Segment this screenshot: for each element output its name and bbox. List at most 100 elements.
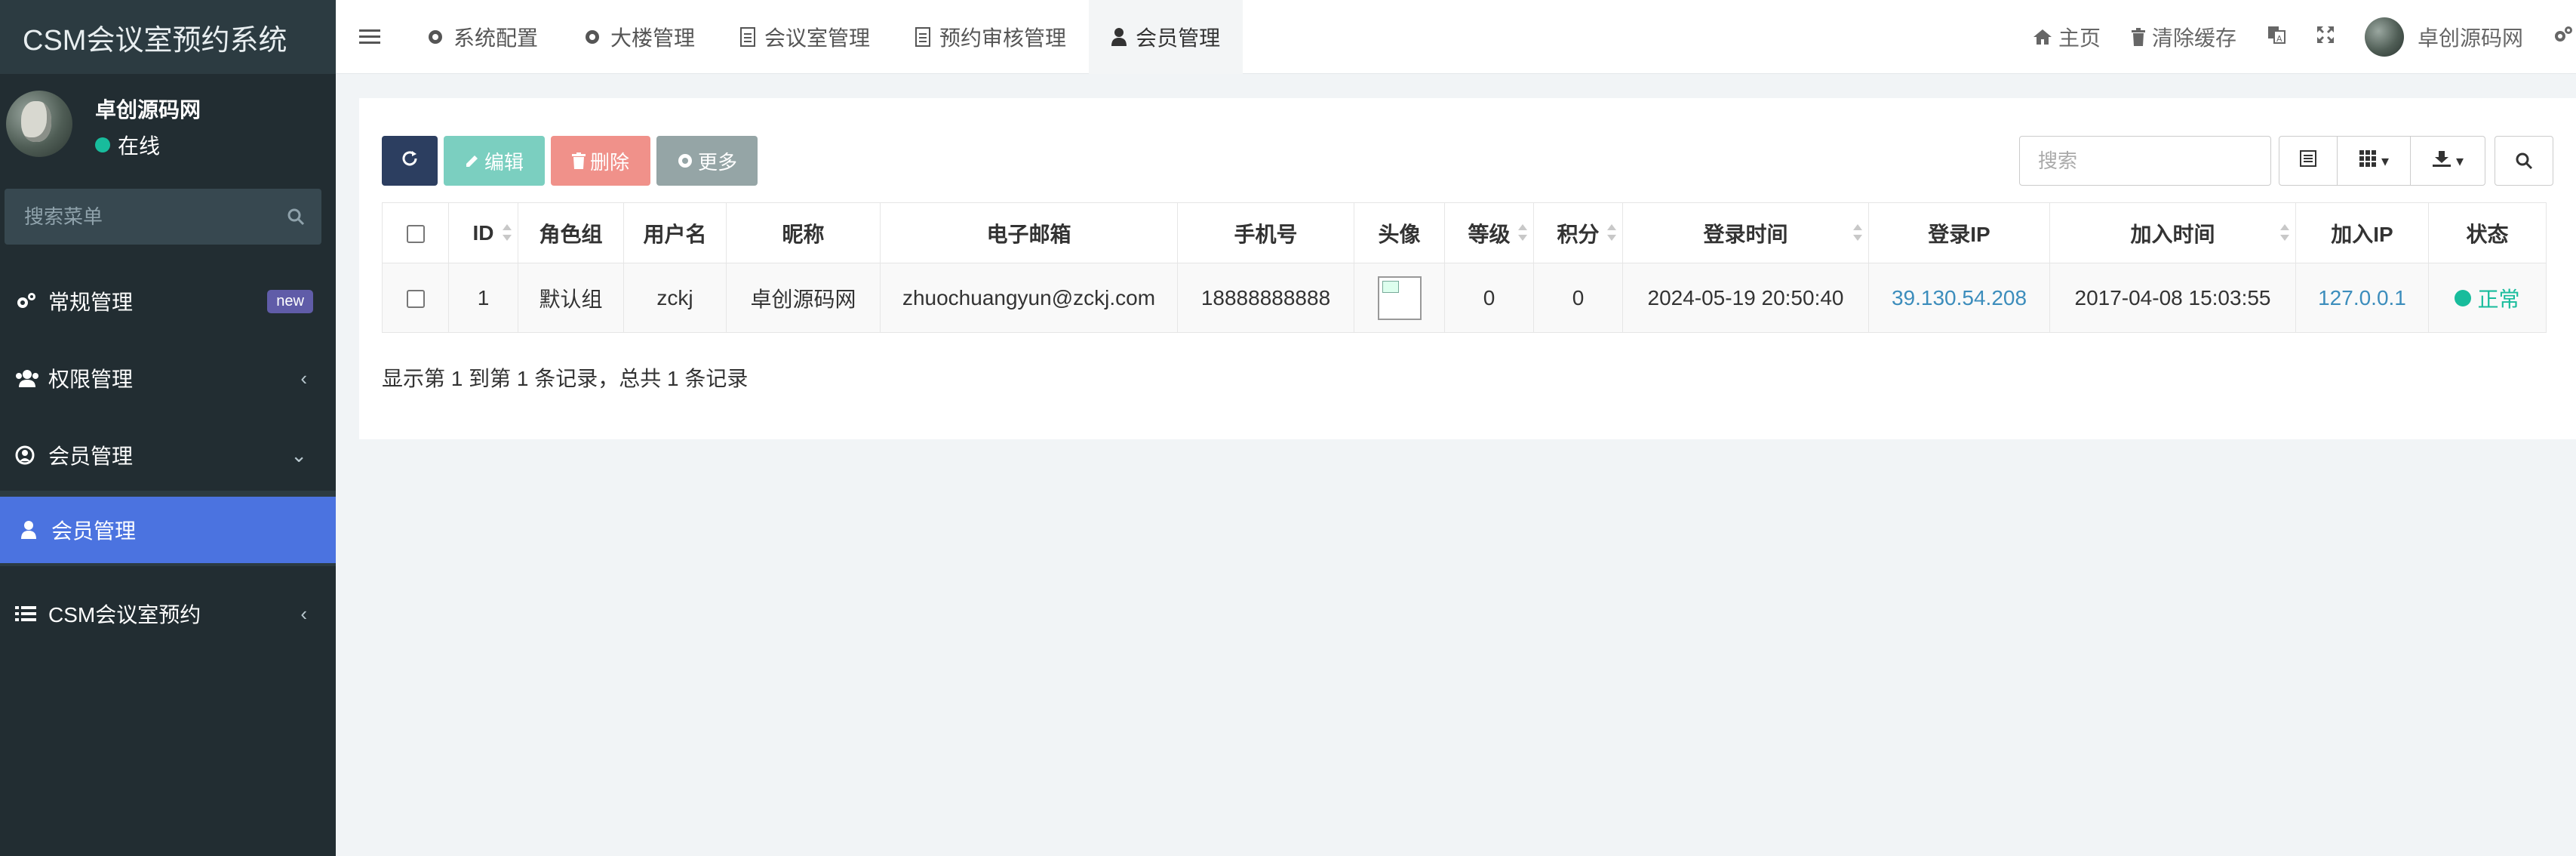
tab-label: 预约审核管理 bbox=[939, 26, 1067, 50]
export-dropdown-button[interactable]: ▾ bbox=[2410, 136, 2485, 186]
pencil-icon bbox=[465, 153, 480, 168]
grid-icon bbox=[2359, 149, 2377, 172]
broken-image-icon[interactable] bbox=[1377, 276, 1422, 320]
table-row: 1 默认组 zckj 卓创源码网 zhuochuangyun@zckj.com … bbox=[382, 263, 2547, 333]
cell-nickname: 卓创源码网 bbox=[726, 263, 881, 333]
join-ip-link[interactable]: 127.0.0.1 bbox=[2318, 286, 2406, 309]
chevron-left-icon: ‹ bbox=[300, 366, 307, 390]
cell-mobile: 18888888888 bbox=[1177, 263, 1354, 333]
header-nickname: 昵称 bbox=[726, 202, 881, 263]
new-badge: new bbox=[267, 289, 313, 313]
list-alt-icon bbox=[2299, 149, 2317, 172]
member-table: ID 角色组 用户名 昵称 电子邮箱 手机号 头像 等级 积分 登录时间 登录I… bbox=[382, 202, 2547, 333]
cell-join-ip: 127.0.0.1 bbox=[2295, 263, 2429, 333]
content-panel: 编辑 删除 更多 ▾ ▾ ID 角色组 用户名 昵 bbox=[359, 98, 2576, 439]
clear-cache-label: 清除缓存 bbox=[2151, 26, 2236, 50]
tab-building[interactable]: 大楼管理 bbox=[561, 0, 718, 74]
fullscreen-toggle[interactable] bbox=[2301, 0, 2350, 74]
header-level[interactable]: 等级 bbox=[1444, 202, 1534, 263]
pagination-info: 显示第 1 到第 1 条记录，总共 1 条记录 bbox=[382, 367, 749, 390]
table-header-row: ID 角色组 用户名 昵称 电子邮箱 手机号 头像 等级 积分 登录时间 登录I… bbox=[382, 202, 2547, 263]
sidebar: CSM会议室预约系统 卓创源码网 在线 常规管理 new 权限管理 ‹ 会员管理… bbox=[0, 0, 336, 856]
sidebar-item-permissions[interactable]: 权限管理 ‹ bbox=[0, 344, 336, 412]
columns-dropdown-button[interactable]: ▾ bbox=[2337, 136, 2411, 186]
header-id[interactable]: ID bbox=[448, 202, 518, 263]
app-logo[interactable]: CSM会议室预约系统 bbox=[0, 0, 336, 74]
sidebar-item-members[interactable]: 会员管理 ⌄ bbox=[0, 421, 336, 489]
cell-status: 正常 bbox=[2428, 263, 2547, 333]
table-search-button[interactable] bbox=[2495, 136, 2553, 186]
sidebar-item-general[interactable]: 常规管理 new bbox=[0, 267, 336, 335]
edit-label: 编辑 bbox=[484, 150, 524, 174]
home-link[interactable]: 主页 bbox=[2018, 0, 2116, 74]
download-icon bbox=[2432, 149, 2452, 172]
header-email: 电子邮箱 bbox=[880, 202, 1178, 263]
hamburger-menu-icon[interactable] bbox=[336, 0, 404, 74]
more-button[interactable]: 更多 bbox=[656, 136, 758, 186]
menu-search-input[interactable] bbox=[24, 205, 287, 229]
sidebar-item-label: CSM会议室预约 bbox=[48, 603, 201, 627]
header-avatar: 头像 bbox=[1354, 202, 1445, 263]
table-search-input[interactable] bbox=[2019, 136, 2271, 186]
gear-icon bbox=[426, 28, 444, 46]
tab-meeting-room[interactable]: 会议室管理 bbox=[718, 0, 893, 74]
select-all-checkbox[interactable] bbox=[406, 225, 425, 244]
toggle-view-button[interactable] bbox=[2279, 136, 2338, 186]
cell-group: 默认组 bbox=[518, 263, 624, 333]
chevron-left-icon: ‹ bbox=[300, 602, 307, 625]
cell-email: zhuochuangyun@zckj.com bbox=[880, 263, 1178, 333]
cell-id: 1 bbox=[448, 263, 518, 333]
sidebar-item-csm-booking[interactable]: CSM会议室预约 ‹ bbox=[0, 580, 336, 648]
settings-toggle[interactable] bbox=[2538, 0, 2576, 74]
header-login-ip: 登录IP bbox=[1868, 202, 2050, 263]
sidebar-item-label: 权限管理 bbox=[48, 368, 134, 391]
user-status: 在线 bbox=[95, 130, 160, 160]
header-group: 角色组 bbox=[518, 202, 624, 263]
sidebar-item-label: 会员管理 bbox=[48, 445, 134, 468]
header-username: 用户名 bbox=[623, 202, 727, 263]
edit-button[interactable]: 编辑 bbox=[444, 136, 545, 186]
sidebar-item-label: 会员管理 bbox=[51, 519, 137, 543]
row-checkbox[interactable] bbox=[406, 290, 425, 309]
status-badge[interactable]: 正常 bbox=[2455, 283, 2520, 313]
cell-join-time: 2017-04-08 15:03:55 bbox=[2049, 263, 2296, 333]
refresh-button[interactable] bbox=[382, 136, 438, 186]
top-navbar: 系统配置 大楼管理 会议室管理 预约审核管理 会员管理 主页 清除缓存 A 卓创… bbox=[336, 0, 2576, 74]
header-mobile: 手机号 bbox=[1177, 202, 1354, 263]
tab-member-management[interactable]: 会员管理 bbox=[1089, 0, 1243, 74]
language-switch[interactable]: A bbox=[2252, 0, 2301, 74]
clear-cache-link[interactable]: 清除缓存 bbox=[2116, 0, 2252, 74]
svg-text:A: A bbox=[2276, 34, 2282, 44]
header-status: 状态 bbox=[2428, 202, 2547, 263]
search-icon[interactable] bbox=[287, 208, 305, 226]
sidebar-subitem-member-management[interactable]: 会员管理 bbox=[0, 497, 336, 563]
row-select-cell bbox=[382, 263, 449, 333]
tab-label: 大楼管理 bbox=[610, 26, 696, 50]
list-icon bbox=[15, 605, 48, 622]
chevron-down-icon: ⌄ bbox=[290, 443, 307, 466]
cell-score: 0 bbox=[1533, 263, 1623, 333]
cell-avatar bbox=[1354, 263, 1445, 333]
header-login-time[interactable]: 登录时间 bbox=[1622, 202, 1869, 263]
user-status-text: 在线 bbox=[118, 134, 161, 158]
tab-booking-review[interactable]: 预约审核管理 bbox=[893, 0, 1089, 74]
cogs-icon bbox=[15, 291, 48, 311]
user-menu[interactable]: 卓创源码网 bbox=[2350, 0, 2538, 74]
online-dot-icon bbox=[95, 137, 110, 152]
caret-down-icon: ▾ bbox=[2455, 152, 2464, 170]
expand-icon bbox=[2316, 25, 2335, 49]
delete-button[interactable]: 删除 bbox=[551, 136, 650, 186]
trash-icon bbox=[2131, 28, 2146, 46]
cogs-icon bbox=[2553, 25, 2573, 50]
tab-system-config[interactable]: 系统配置 bbox=[404, 0, 561, 74]
login-ip-link[interactable]: 39.130.54.208 bbox=[1892, 286, 2027, 309]
home-icon bbox=[2033, 29, 2052, 45]
file-icon bbox=[740, 26, 756, 47]
cell-login-time: 2024-05-19 20:50:40 bbox=[1622, 263, 1869, 333]
users-icon bbox=[15, 369, 48, 387]
header-join-time[interactable]: 加入时间 bbox=[2049, 202, 2296, 263]
header-score[interactable]: 积分 bbox=[1533, 202, 1623, 263]
topbar-right: 主页 清除缓存 A 卓创源码网 bbox=[2018, 0, 2576, 74]
tab-label: 会员管理 bbox=[1136, 26, 1221, 50]
user-icon bbox=[21, 521, 51, 539]
